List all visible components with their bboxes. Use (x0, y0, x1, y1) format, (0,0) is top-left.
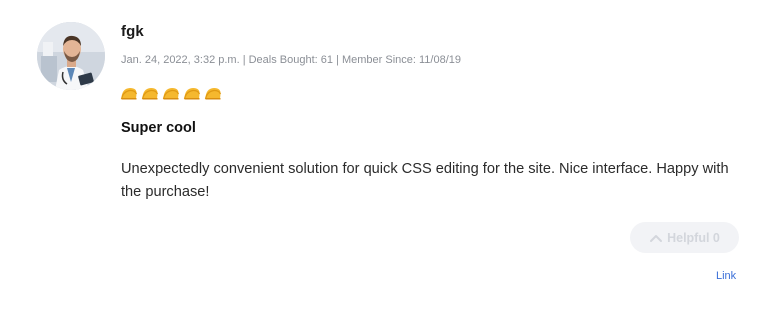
helpful-label: Helpful 0 (667, 230, 720, 245)
avatar (37, 22, 105, 90)
taco-icon (183, 88, 201, 100)
review-meta: Jan. 24, 2022, 3:32 p.m. | Deals Bought:… (121, 54, 461, 66)
review-title: Super cool (121, 120, 196, 136)
chevron-up-icon (650, 234, 663, 242)
review-card: fgk Jan. 24, 2022, 3:32 p.m. | Deals Bou… (0, 0, 783, 311)
taco-icon (120, 88, 138, 100)
reviewer-name: fgk (121, 23, 144, 40)
avatar-image (37, 22, 105, 90)
rating (120, 85, 222, 101)
taco-icon (162, 88, 180, 100)
review-link[interactable]: Link (716, 270, 736, 282)
taco-icon (204, 88, 222, 100)
taco-icon (141, 88, 159, 100)
review-body: Unexpectedly convenient solution for qui… (121, 161, 729, 200)
helpful-button[interactable]: Helpful 0 (630, 222, 739, 253)
